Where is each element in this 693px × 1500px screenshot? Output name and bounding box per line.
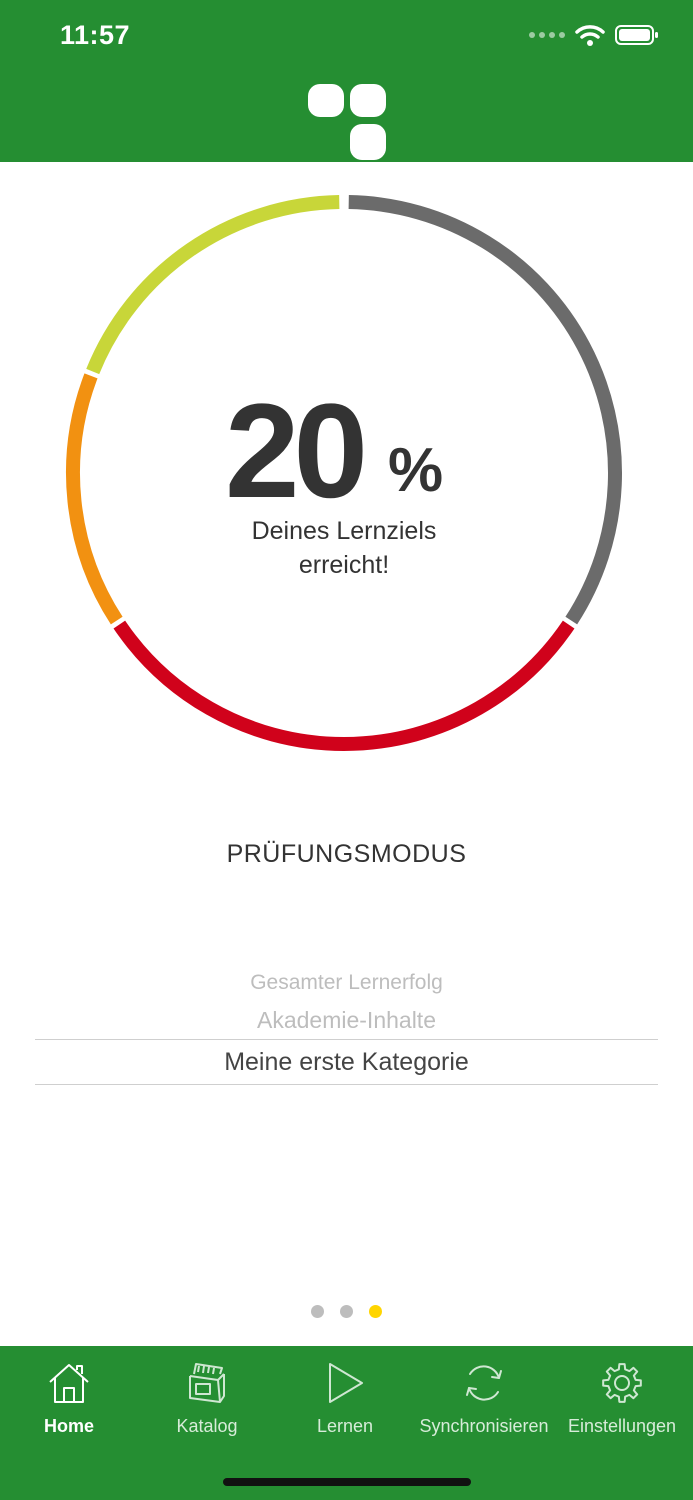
status-time: 11:57 [60, 20, 131, 50]
app-header: 11:57 [0, 0, 693, 162]
mode-title: PRÜFUNGSMODUS [226, 840, 467, 868]
home-icon [49, 1364, 89, 1403]
tab-einstellungen-label: Einstellungen [567, 1416, 677, 1436]
home-indicator[interactable] [223, 1478, 471, 1486]
picker-option[interactable]: Akademie-Inhalte [35, 1001, 658, 1039]
cellular-signal-icon [529, 32, 565, 38]
picker-selected-option[interactable]: Meine erste Kategorie [35, 1039, 658, 1085]
tab-katalog-label: Katalog [176, 1416, 238, 1436]
gear-icon [602, 1363, 642, 1403]
tab-synchronisieren-label: Synchronisieren [419, 1416, 549, 1436]
progress-caption-line2: erreicht! [298, 551, 390, 579]
page-dot[interactable] [311, 1305, 324, 1318]
app-logo-icon [308, 84, 386, 160]
progress-ring-red-segment [113, 620, 575, 751]
tab-home-label: Home [43, 1416, 94, 1436]
page-dot[interactable] [340, 1305, 353, 1318]
status-indicators [529, 24, 659, 46]
page-dot-active[interactable] [369, 1305, 382, 1318]
picker-option[interactable]: Gesamter Lernerfolg [35, 965, 658, 1001]
tab-bar: Home Katalog Lernen Synchronisieren Eins… [0, 1346, 693, 1500]
tab-synchronisieren[interactable]: Synchronisieren [415, 1360, 553, 1437]
progress-caption: Deines Lernziels erreicht! [194, 514, 494, 582]
page-indicator[interactable] [0, 1305, 693, 1318]
tab-einstellungen[interactable]: Einstellungen [553, 1360, 691, 1437]
progress-caption-line1: Deines Lernziels [251, 517, 437, 545]
battery-icon [615, 25, 658, 45]
progress-ring-orange-segment [66, 373, 123, 625]
tab-lernen[interactable]: Lernen [276, 1360, 414, 1437]
progress-ring-yellow-green-segment [86, 195, 340, 375]
sync-icon [466, 1365, 502, 1401]
progress-unit: % [388, 436, 444, 505]
wifi-icon [575, 25, 605, 46]
play-icon [329, 1363, 363, 1403]
tab-lernen-label: Lernen [316, 1416, 374, 1436]
catalog-icon [189, 1363, 225, 1403]
progress-value: 20 [225, 377, 368, 526]
tab-katalog[interactable]: Katalog [138, 1360, 276, 1437]
category-picker[interactable]: Gesamter Lernerfolg Akademie-Inhalte Mei… [35, 965, 658, 1085]
tab-home[interactable]: Home [0, 1360, 138, 1437]
